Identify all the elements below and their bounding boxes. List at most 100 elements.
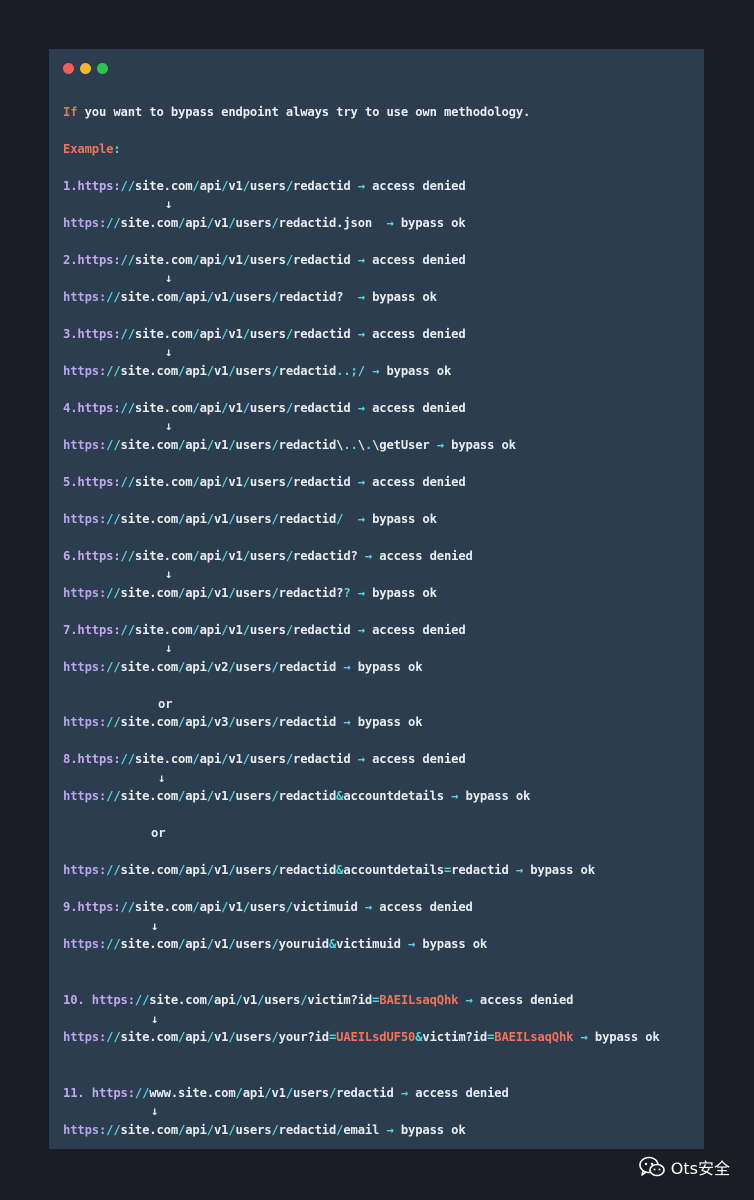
code-token: / <box>285 327 293 341</box>
code-token: v1 <box>228 475 243 489</box>
code-token: 10. https: <box>63 993 135 1007</box>
code-token: users <box>249 623 286 637</box>
code-token: users <box>235 438 272 452</box>
code-token: v1 <box>213 789 229 803</box>
code-token: / <box>228 660 236 674</box>
code-token: site.com <box>120 512 179 526</box>
code-line: https://site.com/api/v1/users/redactid??… <box>63 585 437 601</box>
code-token: / <box>206 789 214 803</box>
code-token: v2 <box>213 660 229 674</box>
code-token: 9.https: <box>63 900 121 914</box>
code-token: redactid? <box>278 586 344 600</box>
code-token: → <box>364 549 373 563</box>
code-token: redactid <box>293 752 358 766</box>
code-token: bypass ok <box>523 863 595 877</box>
code-token: v1 <box>213 290 229 304</box>
code-token: // <box>106 290 121 304</box>
code-line: ↓ <box>151 918 158 934</box>
code-token: / <box>192 475 200 489</box>
code-line: https://site.com/api/v1/users/redactid&a… <box>63 788 530 804</box>
code-token: // <box>106 789 121 803</box>
code-token: users <box>235 715 272 729</box>
code-token: bypass ok <box>458 789 531 803</box>
down-arrow-glyph: ↓ <box>165 345 173 359</box>
code-token: / <box>206 863 214 877</box>
code-token: users <box>235 586 272 600</box>
code-token: site.com <box>149 993 207 1007</box>
code-token: redactid? <box>278 290 358 304</box>
code-token: / <box>235 1086 243 1100</box>
code-token: victim?id <box>307 993 373 1007</box>
code-token: \ <box>357 438 365 452</box>
code-token: access denied <box>364 623 466 637</box>
code-token: users <box>235 863 272 877</box>
code-token: site.com <box>134 401 193 415</box>
code-token: / <box>285 401 293 415</box>
code-token: redactid <box>278 789 337 803</box>
code-token: your?id <box>278 1030 329 1044</box>
code-line: ↓ <box>165 270 172 286</box>
down-arrow-glyph: ↓ <box>165 271 173 285</box>
code-token: / <box>242 327 250 341</box>
code-token: https: <box>63 660 107 674</box>
down-arrow-glyph: ↓ <box>151 1104 159 1118</box>
code-line: https://site.com/api/v1/users/redactid.j… <box>63 215 466 231</box>
code-token: → <box>400 1086 408 1100</box>
code-token: bypass ok <box>364 512 437 526</box>
code-token: ? <box>343 586 358 600</box>
code-token: → <box>465 993 473 1007</box>
code-token: https: <box>63 438 107 452</box>
code-token: redactid <box>278 715 344 729</box>
code-token: https: <box>63 1030 107 1044</box>
code-token: / <box>228 586 236 600</box>
code-token: // <box>120 179 136 193</box>
code-line: 10. https://site.com/api/v1/users/victim… <box>63 992 573 1008</box>
code-token: https: <box>63 216 107 230</box>
code-token: api <box>185 290 207 304</box>
code-token: / <box>228 364 236 378</box>
code-token: : <box>113 142 121 156</box>
code-token: v1 <box>213 1123 229 1137</box>
code-token: // <box>106 863 121 877</box>
code-token: → <box>357 327 365 341</box>
code-line: 8.https://site.com/api/v1/users/redactid… <box>63 751 466 767</box>
code-token: v1 <box>213 512 229 526</box>
code-line: ↓ <box>165 566 172 582</box>
code-token: https: <box>63 863 107 877</box>
code-token: / <box>192 752 200 766</box>
code-token: → <box>357 401 365 415</box>
code-token: // <box>106 660 121 674</box>
code-token: / <box>192 900 200 914</box>
code-token: bypass ok <box>415 937 488 951</box>
code-token: / <box>271 586 279 600</box>
code-token: / <box>192 401 200 415</box>
code-line: 1.https://site.com/api/v1/users/redactid… <box>63 178 466 194</box>
code-token: access denied <box>364 179 466 193</box>
code-token: users <box>249 475 286 489</box>
code-token: site.com <box>120 290 179 304</box>
code-token: / <box>206 993 214 1007</box>
code-token: / <box>228 789 236 803</box>
code-token: → <box>343 715 351 729</box>
code-token: → <box>515 863 523 877</box>
down-arrow-glyph: ↓ <box>165 197 173 211</box>
code-token: api <box>185 438 207 452</box>
code-line: 11. https://www.site.com/api/v1/users/re… <box>63 1085 509 1101</box>
code-token: / <box>271 216 279 230</box>
code-token: bypass ok <box>364 586 437 600</box>
code-token: api <box>199 623 222 637</box>
code-line: 3.https://site.com/api/v1/users/redactid… <box>63 326 466 342</box>
code-token: api <box>185 660 207 674</box>
code-token: / <box>271 660 279 674</box>
code-token: redactid <box>293 401 358 415</box>
code-token: / <box>271 1030 279 1044</box>
code-token: https: <box>63 290 107 304</box>
code-token: // <box>120 549 136 563</box>
down-arrow-glyph: ↓ <box>158 771 166 785</box>
code-token: api <box>213 993 236 1007</box>
code-token: api <box>185 789 207 803</box>
code-token: \getUser <box>372 438 437 452</box>
minimize-dot-icon <box>80 63 91 74</box>
code-token: access denied <box>372 900 473 914</box>
